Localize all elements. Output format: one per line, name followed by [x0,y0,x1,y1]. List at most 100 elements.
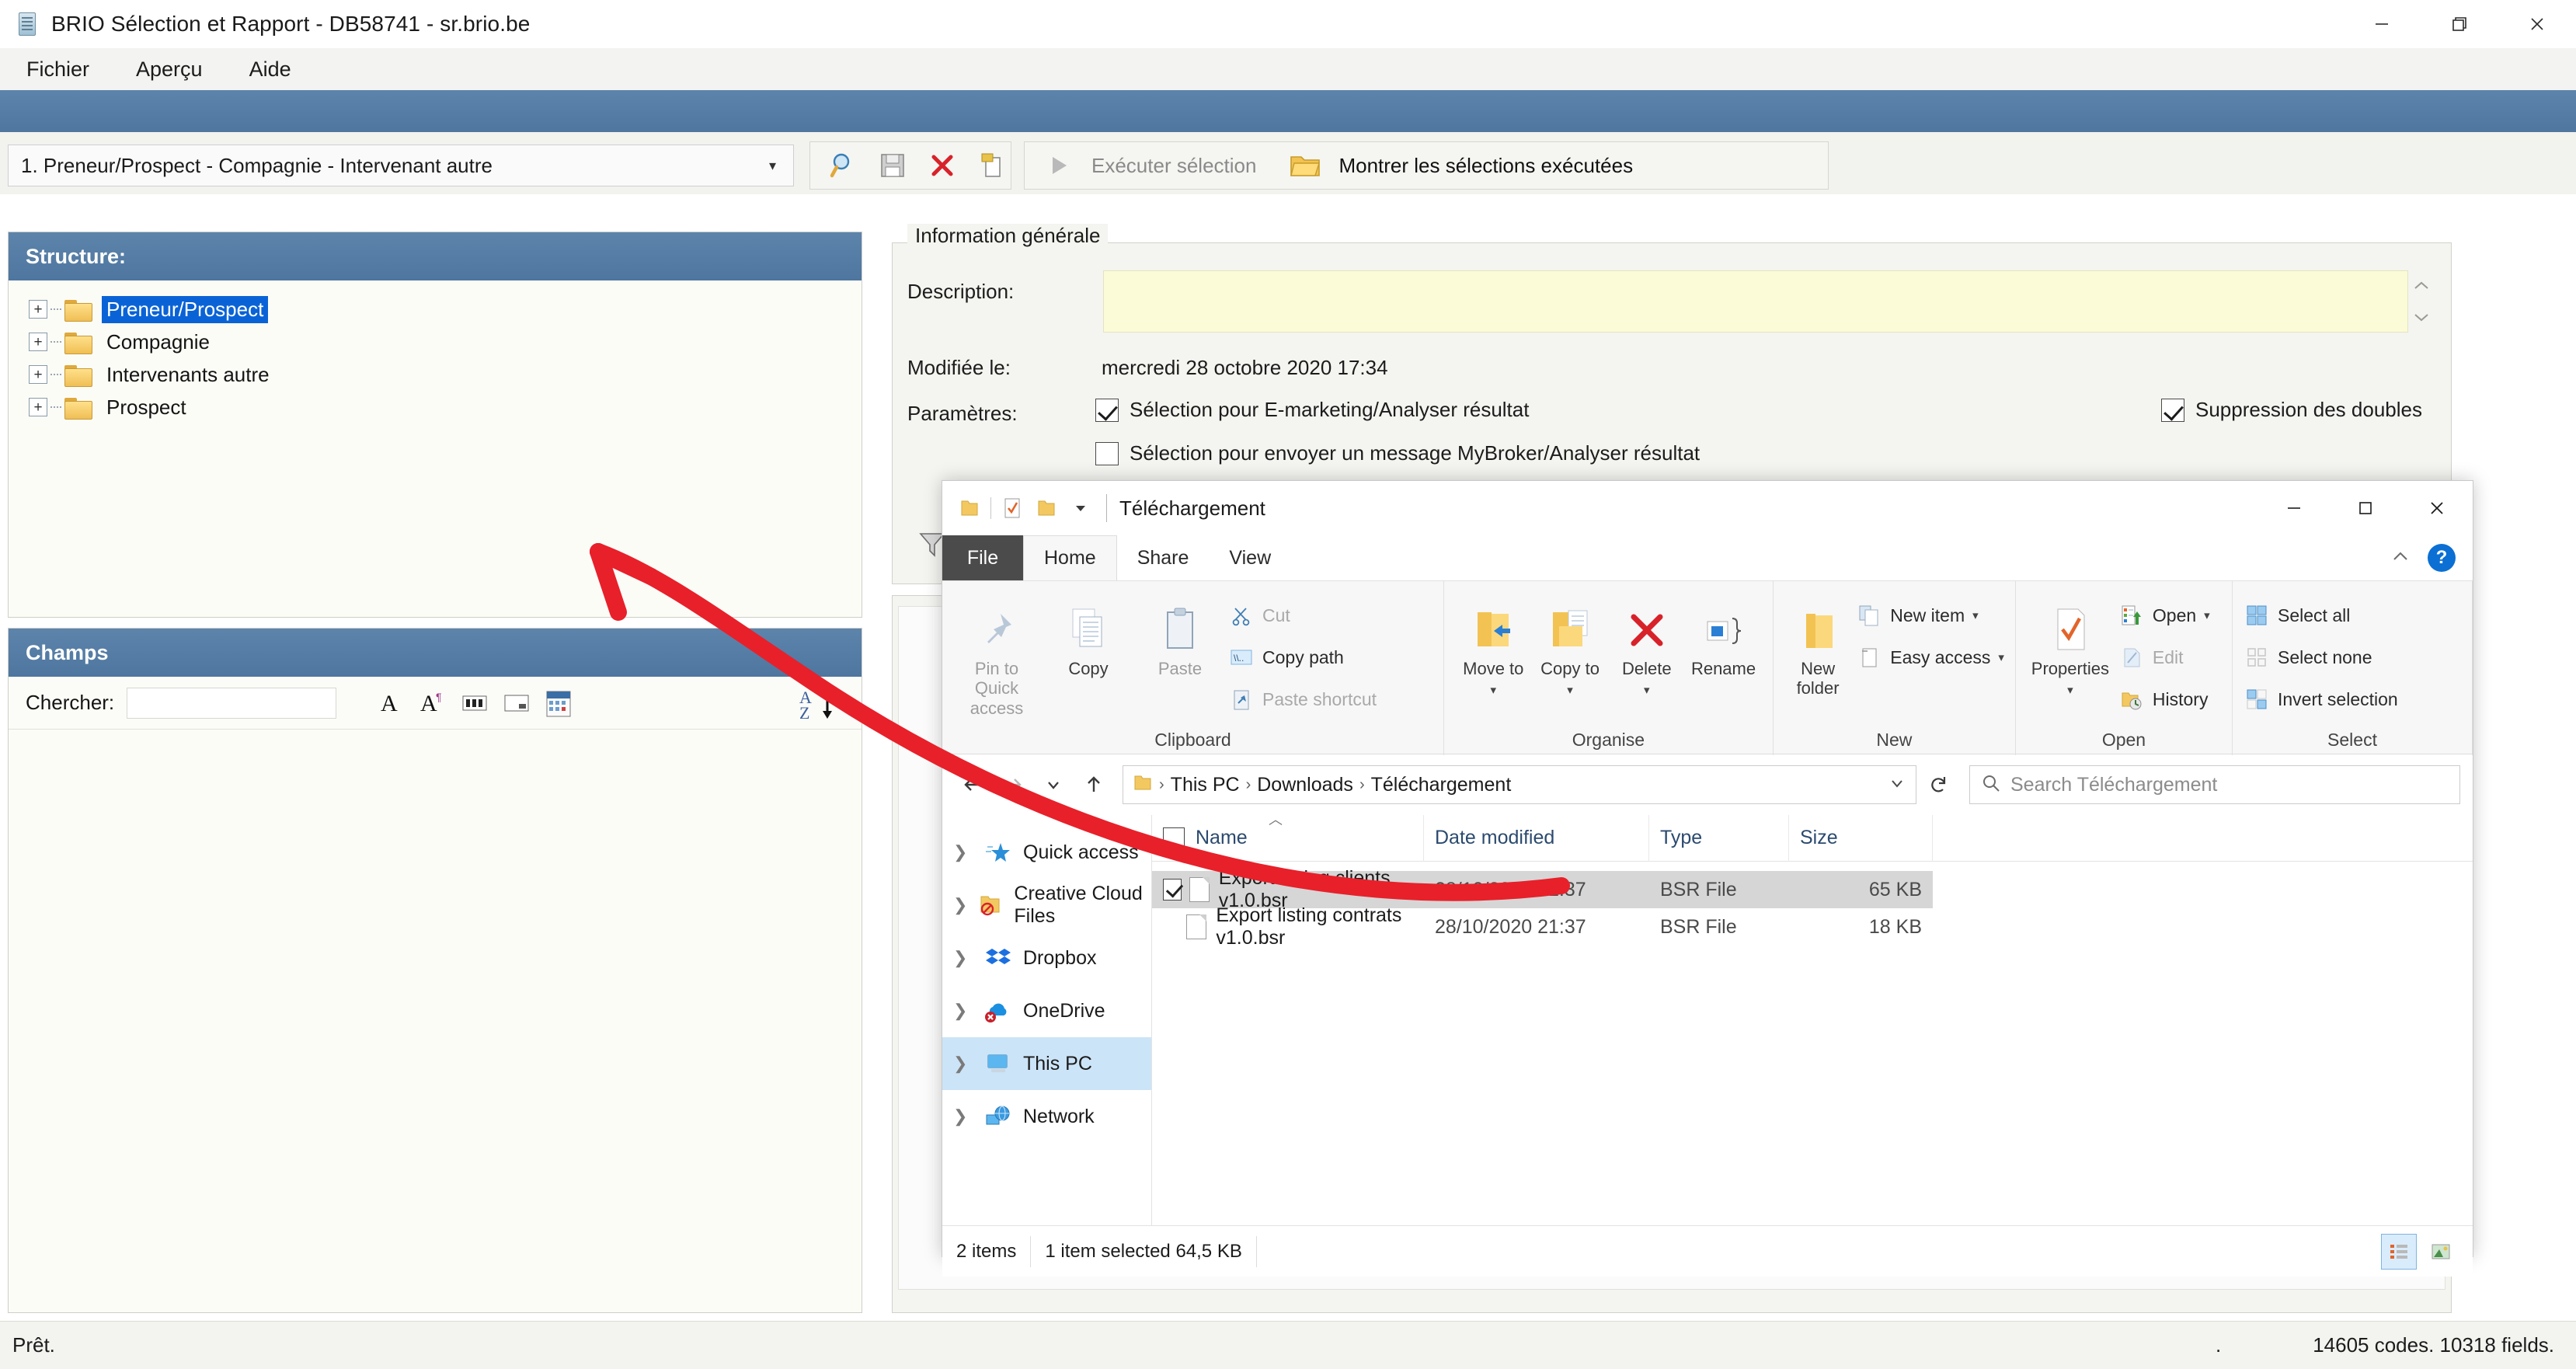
brio-close-button[interactable] [2498,0,2576,48]
tab-share[interactable]: Share [1117,535,1210,580]
nav-item-dropbox[interactable]: ❯ Dropbox [942,932,1151,984]
forward-button[interactable] [995,767,1031,803]
show-executed-label[interactable]: Montrer les sélections exécutées [1338,154,1633,178]
tree-item-preneur-prospect[interactable]: + Preneur/Prospect [29,293,862,326]
select-all-checkbox[interactable] [1163,827,1185,849]
properties-button[interactable]: Properties ▾ [2027,592,2114,697]
boolean-field-icon[interactable] [501,688,532,719]
column-header-date-modified[interactable]: Date modified [1424,814,1649,862]
recent-locations-button[interactable] [1036,767,1071,803]
chevron-down-icon[interactable]: ▾ [1998,650,2004,664]
select-all-button[interactable]: Select all [2244,598,2398,632]
checkbox-icon[interactable] [1095,398,1119,422]
selection-combo[interactable]: 1. Preneur/Prospect - Compagnie - Interv… [8,145,794,186]
checkbox-icon[interactable] [2161,398,2184,422]
folder-icon[interactable] [956,495,983,521]
menu-item-apercu[interactable]: Aperçu [130,54,209,85]
breadcrumb-downloads[interactable]: Downloads [1257,774,1353,796]
nav-item-creative-cloud-files[interactable]: ❯ Creative Cloud Files [942,879,1151,932]
delete-icon[interactable] [923,145,962,186]
invert-selection-button[interactable]: Invert selection [2244,682,2398,716]
chevron-right-icon[interactable]: ❯ [953,1054,973,1074]
copy-to-button[interactable]: Copy to ▾ [1532,592,1609,697]
chevron-right-icon[interactable]: ❯ [953,1106,973,1127]
back-button[interactable] [955,767,990,803]
easy-access-button[interactable]: Easy access ▾ [1856,640,2004,674]
chevron-down-icon[interactable]: ▾ [1972,608,1979,622]
column-header-name[interactable]: Name ︿ [1152,812,1424,862]
run-selection-label[interactable]: Exécuter sélection [1091,154,1256,178]
text-field-alt-icon[interactable]: A ¶ [417,688,448,719]
checkbox-emarketing[interactable]: Sélection pour E-marketing/Analyser résu… [1095,398,1529,422]
pin-to-quick-access-button[interactable]: Pin to Quick access [953,592,1040,718]
explorer-maximize-button[interactable] [2330,481,2401,535]
folder-icon[interactable] [1033,495,1060,521]
search-box[interactable]: Search Téléchargement [1969,765,2460,804]
breadcrumb-bar[interactable]: › This PC › Downloads › Téléchargement [1123,765,1916,804]
description-spinner[interactable] [2408,270,2435,333]
table-row[interactable]: Export listing contrats v1.0.bsr 28/10/2… [1152,904,1933,949]
checkbox-mybroker[interactable]: Sélection pour envoyer un message MyBrok… [1095,441,1700,465]
tree-item-intervenants-autre[interactable]: + Intervenants autre [29,358,862,391]
brio-restore-button[interactable] [2421,0,2498,48]
table-row[interactable]: Export listing clients v1.0.bsr 28/10/20… [1152,867,1933,911]
nav-item-quick-access[interactable]: ❯ Quick access [942,826,1151,879]
refresh-button[interactable] [1921,767,1957,803]
menu-item-aide[interactable]: Aide [243,54,298,85]
chevron-down-icon[interactable]: ▾ [2204,608,2210,622]
copy-path-button[interactable]: \\.. Copy path [1228,640,1377,674]
rename-button[interactable]: Rename [1685,592,1762,678]
large-icons-view-button[interactable] [2423,1234,2459,1270]
date-field-icon[interactable] [543,688,574,719]
tree-item-prospect[interactable]: + Prospect [29,391,862,423]
nav-item-onedrive[interactable]: ❯ OneDrive [942,984,1151,1037]
select-none-button[interactable]: Select none [2244,640,2398,674]
chevron-down-icon[interactable]: ▾ [1567,683,1573,697]
chevron-right-icon[interactable]: ❯ [953,1001,973,1021]
chevron-down-icon[interactable]: ▾ [1644,683,1650,697]
chevron-right-icon[interactable]: ❯ [953,948,973,968]
tab-home[interactable]: Home [1023,535,1117,580]
paste-button[interactable]: Paste [1137,592,1224,678]
cut-button[interactable]: Cut [1228,598,1377,632]
chevron-up-icon[interactable] [2389,548,2412,569]
expand-icon[interactable]: + [29,300,47,319]
expand-icon[interactable]: + [29,398,47,416]
chevron-down-icon[interactable]: ▾ [1491,683,1497,697]
details-view-button[interactable] [2381,1233,2417,1270]
nav-item-network[interactable]: ❯ Network [942,1090,1151,1143]
qat-dropdown-icon[interactable] [1067,495,1094,521]
checkbox-suppression-doubles[interactable]: Suppression des doubles [2161,398,2422,422]
brio-minimize-button[interactable] [2343,0,2421,48]
explorer-close-button[interactable] [2401,481,2473,535]
description-input[interactable] [1103,270,2408,333]
column-header-size[interactable]: Size [1789,814,1933,862]
new-folder-button[interactable]: New folder [1784,592,1851,698]
text-field-icon[interactable]: A [375,688,406,719]
numeric-field-icon[interactable] [459,688,490,719]
champs-search-input[interactable] [127,687,337,719]
tab-view[interactable]: View [1209,535,1291,580]
edit-button[interactable]: Edit [2118,640,2210,674]
column-header-type[interactable]: Type [1649,814,1789,862]
properties-check-icon[interactable] [999,495,1025,521]
paste-shortcut-button[interactable]: Paste shortcut [1228,682,1377,716]
nav-item-this-pc[interactable]: ❯ This PC [942,1037,1151,1090]
sort-az-descending-icon[interactable]: A Z [798,686,841,722]
breadcrumb-this-pc[interactable]: This PC [1171,774,1240,796]
open-folder-icon[interactable] [1284,145,1326,186]
up-button[interactable] [1076,767,1112,803]
play-icon[interactable] [1037,145,1079,186]
move-to-button[interactable]: Move to ▾ [1455,592,1532,697]
chevron-down-icon[interactable] [1888,774,1906,796]
menu-item-fichier[interactable]: Fichier [20,54,96,85]
explorer-minimize-button[interactable] [2258,481,2330,535]
chevron-right-icon[interactable]: ❯ [953,895,969,915]
breadcrumb-telechargement[interactable]: Téléchargement [1371,774,1512,796]
history-button[interactable]: History [2118,682,2210,716]
help-button[interactable]: ? [2428,544,2456,572]
expand-icon[interactable]: + [29,333,47,351]
expand-icon[interactable]: + [29,365,47,384]
save-icon[interactable] [874,145,913,186]
tree-item-compagnie[interactable]: + Compagnie [29,326,862,358]
